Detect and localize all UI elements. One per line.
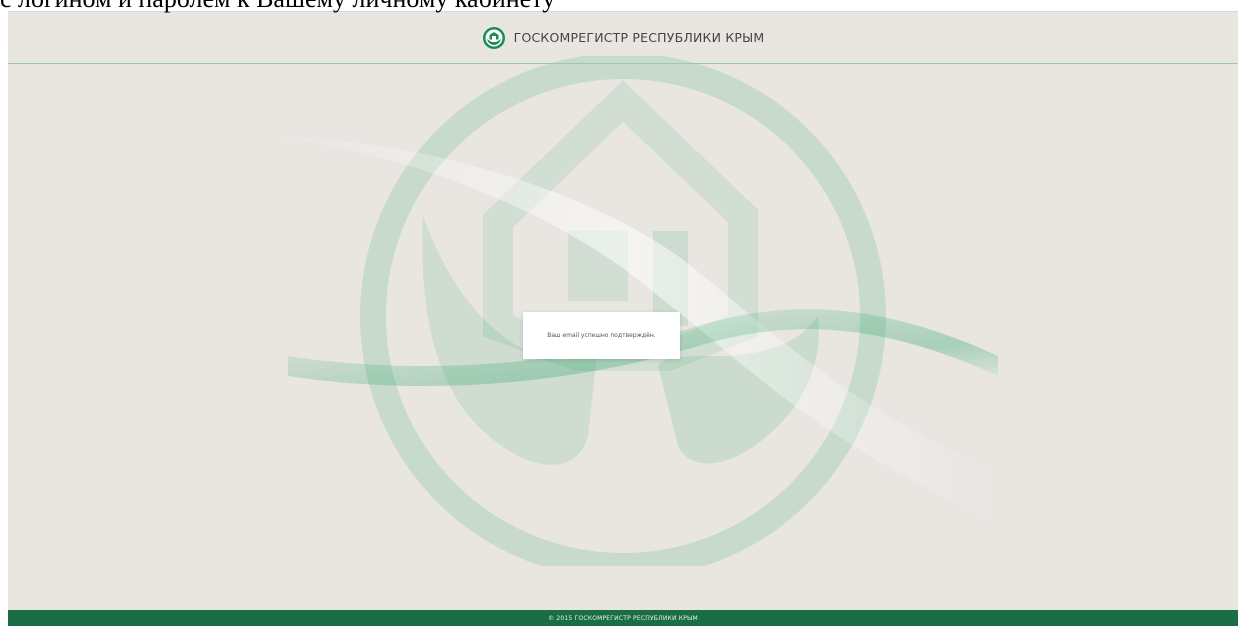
notification-message: Ваш email успешно подтверждён. xyxy=(547,332,656,339)
notification-box: Ваш email успешно подтверждён. xyxy=(523,312,680,359)
header: ГОСКОМРЕГИСТР РЕСПУБЛИКИ КРЫМ xyxy=(8,11,1238,64)
brand-link[interactable]: ГОСКОМРЕГИСТР РЕСПУБЛИКИ КРЫМ xyxy=(482,26,765,50)
brand-title: ГОСКОМРЕГИСТР РЕСПУБЛИКИ КРЫМ xyxy=(513,30,765,45)
footer: © 2015 ГОСКОМРЕГИСТР РЕСПУБЛИКИ КРЫМ xyxy=(8,610,1238,626)
page: ГОСКОМРЕГИСТР РЕСПУБЛИКИ КРЫМ Ваш email … xyxy=(8,11,1238,626)
background-emblem xyxy=(258,56,1008,566)
top-caption-text: с логином и паролем к Вашему личному каб… xyxy=(0,0,900,12)
footer-copyright: © 2015 ГОСКОМРЕГИСТР РЕСПУБЛИКИ КРЫМ xyxy=(548,614,698,622)
gosreg-logo-icon xyxy=(482,26,505,49)
